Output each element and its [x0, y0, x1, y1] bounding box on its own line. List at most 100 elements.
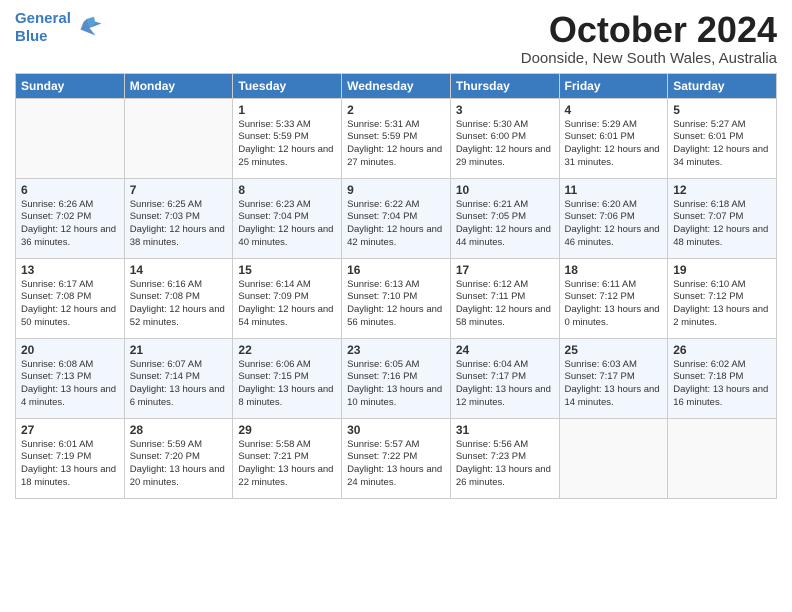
page-header: General Blue October 2024 Doonside, New …	[15, 10, 777, 67]
calendar-header-row: SundayMondayTuesdayWednesdayThursdayFrid…	[16, 73, 777, 98]
col-header-wednesday: Wednesday	[342, 73, 451, 98]
day-info: Sunrise: 6:26 AMSunset: 7:02 PMDaylight:…	[21, 199, 119, 250]
day-info: Sunrise: 6:23 AMSunset: 7:04 PMDaylight:…	[238, 199, 336, 250]
day-number: 30	[347, 423, 445, 437]
day-number: 13	[21, 263, 119, 277]
calendar-cell: 29Sunrise: 5:58 AMSunset: 7:21 PMDayligh…	[233, 418, 342, 498]
day-info: Sunrise: 5:56 AMSunset: 7:23 PMDaylight:…	[456, 439, 554, 490]
day-info: Sunrise: 5:33 AMSunset: 5:59 PMDaylight:…	[238, 119, 336, 170]
day-info: Sunrise: 6:16 AMSunset: 7:08 PMDaylight:…	[130, 279, 228, 330]
day-info: Sunrise: 6:22 AMSunset: 7:04 PMDaylight:…	[347, 199, 445, 250]
calendar-cell: 14 Sunrise: 6:16 AMSunset: 7:08 PMDayligh…	[124, 258, 233, 338]
day-number: 11	[565, 183, 663, 197]
day-number: 27	[21, 423, 119, 437]
day-number: 20	[21, 343, 119, 357]
calendar-cell: 10 Sunrise: 6:21 AMSunset: 7:05 PMDayligh…	[450, 178, 559, 258]
calendar-week-5: 27 Sunrise: 6:01 AMSunset: 7:19 PMDayligh…	[16, 418, 777, 498]
calendar-week-3: 13 Sunrise: 6:17 AMSunset: 7:08 PMDayligh…	[16, 258, 777, 338]
calendar-week-1: 1 Sunrise: 5:33 AMSunset: 5:59 PMDaylight…	[16, 98, 777, 178]
calendar-cell: 12Sunrise: 6:18 AMSunset: 7:07 PMDayligh…	[668, 178, 777, 258]
day-number: 8	[238, 183, 336, 197]
calendar-cell: 1 Sunrise: 5:33 AMSunset: 5:59 PMDaylight…	[233, 98, 342, 178]
calendar-cell: 31Sunrise: 5:56 AMSunset: 7:23 PMDayligh…	[450, 418, 559, 498]
day-info: Sunrise: 5:31 AMSunset: 5:59 PMDaylight:…	[347, 119, 445, 170]
day-info: Sunrise: 5:27 AMSunset: 6:01 PMDaylight:…	[673, 119, 771, 170]
day-number: 21	[130, 343, 228, 357]
calendar-week-4: 20Sunrise: 6:08 AMSunset: 7:13 PMDayligh…	[16, 338, 777, 418]
day-info: Sunrise: 5:57 AMSunset: 7:22 PMDaylight:…	[347, 439, 445, 490]
day-info: Sunrise: 6:21 AMSunset: 7:05 PMDaylight:…	[456, 199, 554, 250]
day-number: 16	[347, 263, 445, 277]
day-number: 25	[565, 343, 663, 357]
day-number: 22	[238, 343, 336, 357]
calendar-cell: 15 Sunrise: 6:14 AMSunset: 7:09 PMDayligh…	[233, 258, 342, 338]
calendar-cell	[16, 98, 125, 178]
day-number: 5	[673, 103, 771, 117]
calendar-cell: 24Sunrise: 6:04 AMSunset: 7:17 PMDayligh…	[450, 338, 559, 418]
day-number: 28	[130, 423, 228, 437]
col-header-thursday: Thursday	[450, 73, 559, 98]
day-info: Sunrise: 6:10 AMSunset: 7:12 PMDaylight:…	[673, 279, 771, 330]
day-number: 9	[347, 183, 445, 197]
logo: General Blue	[15, 10, 103, 46]
logo-text: General Blue	[15, 10, 71, 46]
day-info: Sunrise: 6:03 AMSunset: 7:17 PMDaylight:…	[565, 359, 663, 410]
logo-bird-icon	[73, 13, 103, 43]
calendar-cell: 13 Sunrise: 6:17 AMSunset: 7:08 PMDayligh…	[16, 258, 125, 338]
day-number: 12	[673, 183, 771, 197]
col-header-friday: Friday	[559, 73, 668, 98]
day-info: Sunrise: 6:07 AMSunset: 7:14 PMDaylight:…	[130, 359, 228, 410]
calendar-cell: 26Sunrise: 6:02 AMSunset: 7:18 PMDayligh…	[668, 338, 777, 418]
day-number: 14	[130, 263, 228, 277]
col-header-saturday: Saturday	[668, 73, 777, 98]
calendar-cell: 11 Sunrise: 6:20 AMSunset: 7:06 PMDayligh…	[559, 178, 668, 258]
day-info: Sunrise: 6:20 AMSunset: 7:06 PMDaylight:…	[565, 199, 663, 250]
calendar-cell: 7 Sunrise: 6:25 AMSunset: 7:03 PMDaylight…	[124, 178, 233, 258]
calendar-cell: 20Sunrise: 6:08 AMSunset: 7:13 PMDayligh…	[16, 338, 125, 418]
day-info: Sunrise: 6:12 AMSunset: 7:11 PMDaylight:…	[456, 279, 554, 330]
day-number: 18	[565, 263, 663, 277]
day-number: 23	[347, 343, 445, 357]
calendar-cell: 22 Sunrise: 6:06 AMSunset: 7:15 PMDayligh…	[233, 338, 342, 418]
calendar-cell: 27 Sunrise: 6:01 AMSunset: 7:19 PMDayligh…	[16, 418, 125, 498]
day-number: 17	[456, 263, 554, 277]
calendar-cell	[124, 98, 233, 178]
day-info: Sunrise: 6:06 AMSunset: 7:15 PMDaylight:…	[238, 359, 336, 410]
calendar-cell: 19 Sunrise: 6:10 AMSunset: 7:12 PMDayligh…	[668, 258, 777, 338]
col-header-tuesday: Tuesday	[233, 73, 342, 98]
calendar-cell: 2 Sunrise: 5:31 AMSunset: 5:59 PMDaylight…	[342, 98, 451, 178]
day-number: 26	[673, 343, 771, 357]
day-number: 6	[21, 183, 119, 197]
day-info: Sunrise: 6:14 AMSunset: 7:09 PMDaylight:…	[238, 279, 336, 330]
day-number: 4	[565, 103, 663, 117]
calendar-cell: 4 Sunrise: 5:29 AMSunset: 6:01 PMDaylight…	[559, 98, 668, 178]
calendar-cell: 9 Sunrise: 6:22 AMSunset: 7:04 PMDaylight…	[342, 178, 451, 258]
day-number: 3	[456, 103, 554, 117]
day-info: Sunrise: 6:13 AMSunset: 7:10 PMDaylight:…	[347, 279, 445, 330]
calendar-cell: 5 Sunrise: 5:27 AMSunset: 6:01 PMDaylight…	[668, 98, 777, 178]
calendar-cell: 17 Sunrise: 6:12 AMSunset: 7:11 PMDayligh…	[450, 258, 559, 338]
day-info: Sunrise: 6:17 AMSunset: 7:08 PMDaylight:…	[21, 279, 119, 330]
day-number: 15	[238, 263, 336, 277]
col-header-sunday: Sunday	[16, 73, 125, 98]
day-info: Sunrise: 5:29 AMSunset: 6:01 PMDaylight:…	[565, 119, 663, 170]
day-info: Sunrise: 5:58 AMSunset: 7:21 PMDaylight:…	[238, 439, 336, 490]
calendar-table: SundayMondayTuesdayWednesdayThursdayFrid…	[15, 73, 777, 499]
title-block: October 2024 Doonside, New South Wales, …	[521, 10, 777, 67]
calendar-cell: 25 Sunrise: 6:03 AMSunset: 7:17 PMDayligh…	[559, 338, 668, 418]
day-info: Sunrise: 6:25 AMSunset: 7:03 PMDaylight:…	[130, 199, 228, 250]
calendar-cell: 18 Sunrise: 6:11 AMSunset: 7:12 PMDayligh…	[559, 258, 668, 338]
day-number: 10	[456, 183, 554, 197]
day-info: Sunrise: 5:30 AMSunset: 6:00 PMDaylight:…	[456, 119, 554, 170]
calendar-body: 1 Sunrise: 5:33 AMSunset: 5:59 PMDaylight…	[16, 98, 777, 498]
col-header-monday: Monday	[124, 73, 233, 98]
day-info: Sunrise: 6:01 AMSunset: 7:19 PMDaylight:…	[21, 439, 119, 490]
calendar-cell	[668, 418, 777, 498]
calendar-cell: 28Sunrise: 5:59 AMSunset: 7:20 PMDayligh…	[124, 418, 233, 498]
day-number: 19	[673, 263, 771, 277]
calendar-week-2: 6 Sunrise: 6:26 AMSunset: 7:02 PMDaylight…	[16, 178, 777, 258]
day-number: 7	[130, 183, 228, 197]
day-number: 2	[347, 103, 445, 117]
day-info: Sunrise: 6:11 AMSunset: 7:12 PMDaylight:…	[565, 279, 663, 330]
day-number: 1	[238, 103, 336, 117]
